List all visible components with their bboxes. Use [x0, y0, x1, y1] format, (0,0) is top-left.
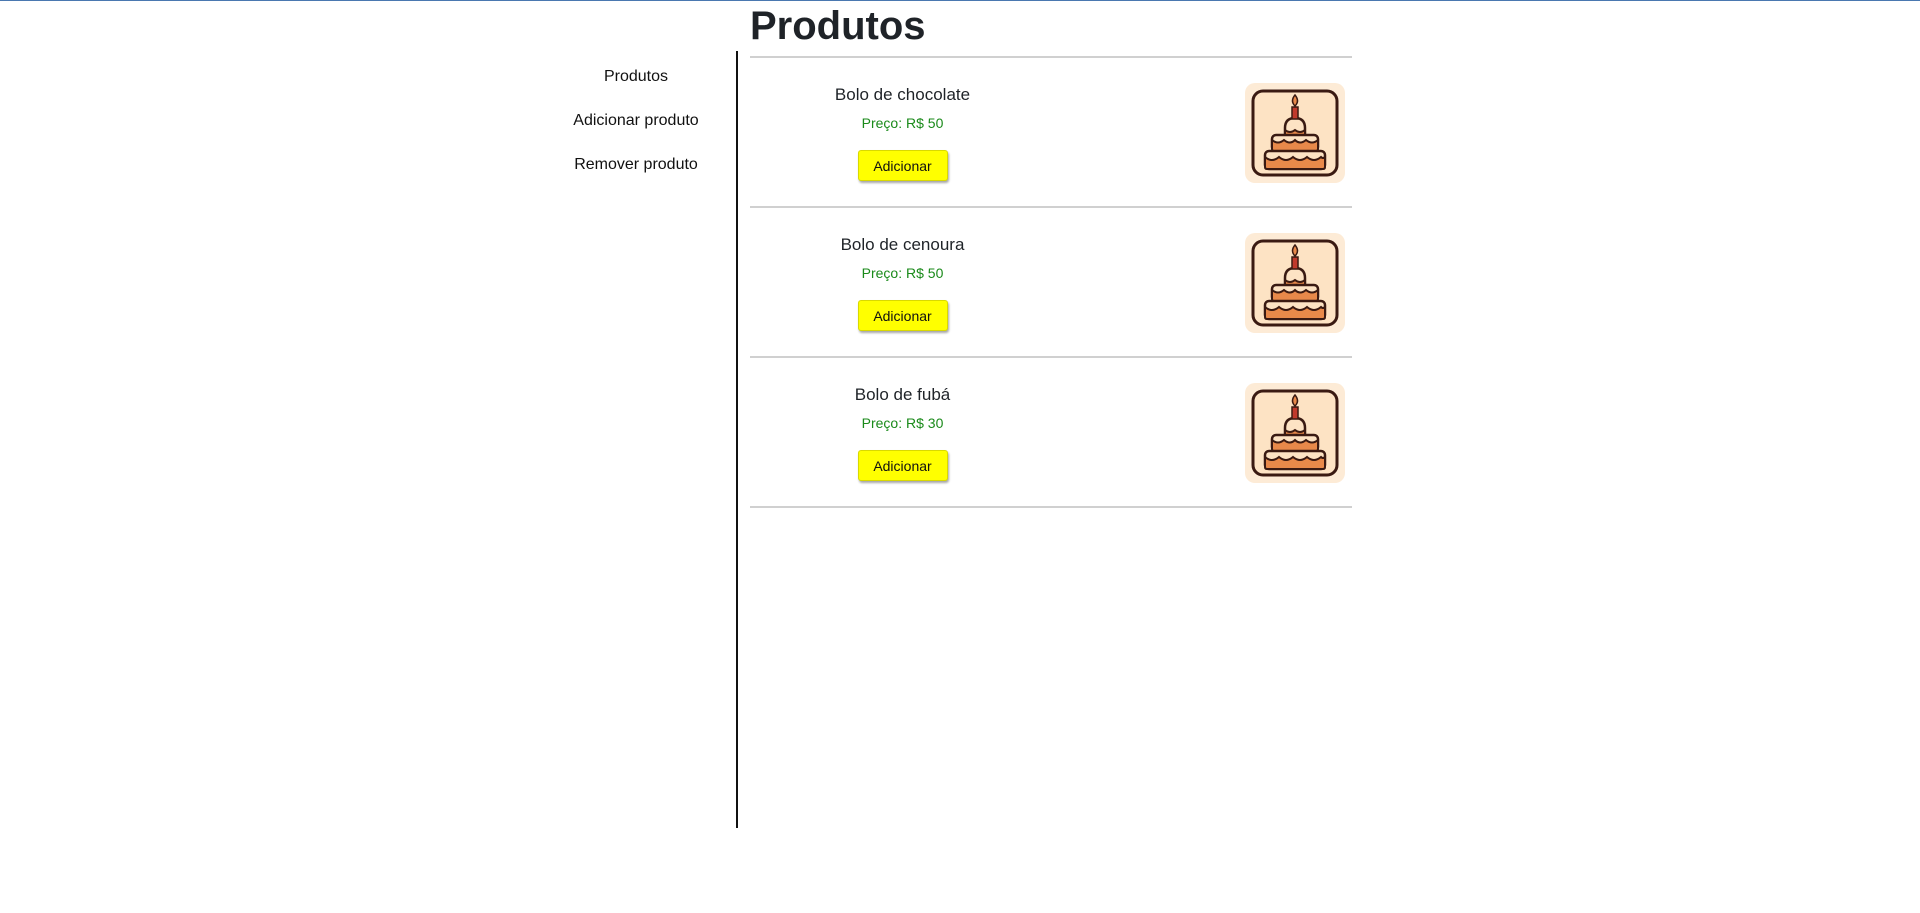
page-title: Produtos: [750, 4, 926, 48]
window-top-border: [0, 0, 1920, 1]
product-list: Bolo de chocolate Preço: R$ 50 Adicionar…: [750, 56, 1352, 508]
cake-icon: [1251, 389, 1339, 477]
product-info: Bolo de cenoura Preço: R$ 50 Adicionar: [750, 208, 1055, 331]
product-image: [1245, 383, 1345, 483]
product-image: [1245, 83, 1345, 183]
product-card: Bolo de chocolate Preço: R$ 50 Adicionar: [750, 58, 1352, 206]
add-to-cart-button[interactable]: Adicionar: [857, 300, 948, 331]
sidebar-item-remover-produto[interactable]: Remover produto: [536, 138, 736, 182]
add-to-cart-button[interactable]: Adicionar: [857, 450, 948, 481]
product-price: Preço: R$ 30: [861, 415, 944, 431]
product-name: Bolo de fubá: [854, 385, 951, 404]
product-card: Bolo de cenoura Preço: R$ 50 Adicionar: [750, 208, 1352, 356]
sidebar-divider: [736, 51, 738, 828]
product-image: [1245, 233, 1345, 333]
sidebar-item-adicionar-produto[interactable]: Adicionar produto: [536, 94, 736, 138]
product-info: Bolo de fubá Preço: R$ 30 Adicionar: [750, 358, 1055, 481]
product-name: Bolo de chocolate: [834, 85, 971, 104]
cake-icon: [1251, 239, 1339, 327]
sidebar-item-produtos[interactable]: Produtos: [536, 50, 736, 94]
product-price: Preço: R$ 50: [861, 115, 944, 131]
product-price: Preço: R$ 50: [861, 265, 944, 281]
product-name: Bolo de cenoura: [840, 235, 965, 254]
add-to-cart-button[interactable]: Adicionar: [857, 150, 948, 181]
product-separator: [750, 506, 1352, 508]
product-info: Bolo de chocolate Preço: R$ 50 Adicionar: [750, 58, 1055, 181]
cake-icon: [1251, 89, 1339, 177]
sidebar-nav: Produtos Adicionar produto Remover produ…: [536, 50, 736, 182]
product-card: Bolo de fubá Preço: R$ 30 Adicionar: [750, 358, 1352, 506]
